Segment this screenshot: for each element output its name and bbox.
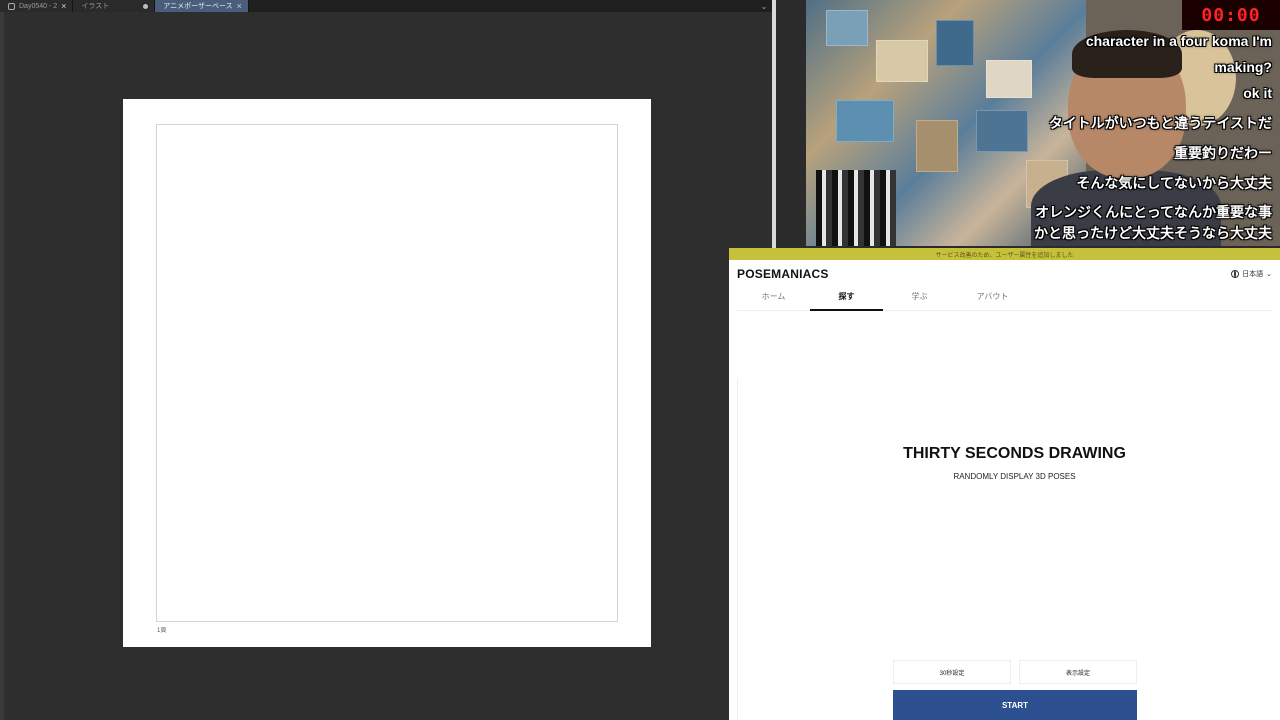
start-button[interactable]: START <box>893 690 1137 720</box>
pen-holder <box>816 170 896 246</box>
chevron-down-icon: ⌄ <box>1266 271 1272 278</box>
chat-message: 重要釣りだわー <box>1174 145 1272 161</box>
language-selector[interactable]: 日本語 ⌄ <box>1231 269 1272 279</box>
ruler <box>0 12 4 720</box>
site-logo[interactable]: POSEMANIACS <box>737 267 829 281</box>
page-title: THIRTY SECONDS DRAWING <box>903 445 1126 462</box>
time-settings-button[interactable]: 30秒設定 <box>893 660 1011 684</box>
notice-banner[interactable]: サービス改善のため、ユーザー属性を追加しました <box>729 248 1280 260</box>
site-nav: ホーム 探す 学ぶ アバウト <box>737 286 1272 311</box>
document-tab-bar: Day0540 - 2 × イラスト アニメポーザーベース × ⌄ <box>0 0 772 12</box>
chat-message: character in a four koma I'm <box>1085 33 1272 49</box>
close-icon[interactable]: × <box>237 1 242 11</box>
browser-panel: サービス改善のため、ユーザー属性を追加しました POSEMANIACS 日本語 … <box>729 248 1280 720</box>
panel-divider <box>772 0 776 248</box>
unsaved-dot-icon[interactable] <box>143 3 149 9</box>
chat-message: そんな気にしてないから大丈夫 <box>1076 175 1272 191</box>
language-label: 日本語 <box>1242 271 1264 278</box>
chat-message: オレンジくんにとってなんか重要な事かと思ったけど大丈夫そうなら大丈夫 <box>1034 204 1272 241</box>
chevron-down-icon[interactable]: ⌄ <box>756 0 772 12</box>
tab-label: イラスト <box>81 3 110 10</box>
comic-frame <box>156 124 618 622</box>
page-number: 1頁 <box>157 628 167 634</box>
tab-search[interactable]: 探す <box>810 286 883 311</box>
tab-label: アニメポーザーベース <box>163 3 233 10</box>
file-icon <box>8 2 15 10</box>
chat-message: ok it <box>1243 85 1272 101</box>
drawing-app: Day0540 - 2 × イラスト アニメポーザーベース × ⌄ 1頁 <box>0 0 772 720</box>
tab-animeposer-base[interactable]: アニメポーザーベース × <box>155 0 249 12</box>
display-settings-button[interactable]: 表示設定 <box>1019 660 1137 684</box>
page-subtitle: RANDOMLY DISPLAY 3D POSES <box>953 472 1076 481</box>
content-border <box>737 378 738 720</box>
chat-message: making? <box>1214 59 1272 75</box>
webcam-feed: 00:00 character in a four koma I'm makin… <box>806 0 1280 246</box>
site-header: POSEMANIACS 日本語 ⌄ <box>729 260 1280 286</box>
chat-overlay: character in a four koma I'm making? ok … <box>1032 26 1272 244</box>
tab-day0540[interactable]: Day0540 - 2 × <box>0 0 74 12</box>
tab-label: Day0540 - 2 <box>19 2 58 10</box>
chat-message: タイトルがいつもと違うテイストだ <box>1048 115 1272 131</box>
globe-icon <box>1231 270 1240 278</box>
tab-home[interactable]: ホーム <box>737 286 810 310</box>
tab-about[interactable]: アバウト <box>956 286 1029 310</box>
close-icon[interactable]: × <box>61 1 66 11</box>
tab-illust[interactable]: イラスト <box>73 0 156 12</box>
tab-learn[interactable]: 学ぶ <box>883 286 956 310</box>
canvas-page[interactable]: 1頁 <box>123 99 651 647</box>
